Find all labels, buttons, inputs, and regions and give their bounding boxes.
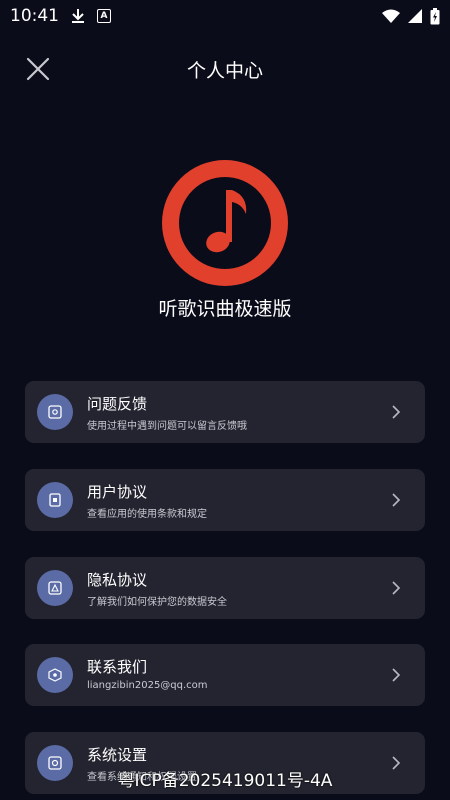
chevron-right-icon bbox=[392, 493, 401, 507]
menu-item-user-agreement[interactable]: 用户协议 查看应用的使用条款和规定 bbox=[25, 469, 425, 531]
menu-item-title: 系统设置 bbox=[87, 746, 148, 764]
status-bar: 10:41 A bbox=[0, 0, 450, 32]
menu-item-subtitle: 使用过程中遇到问题可以留言反馈哦 bbox=[87, 421, 247, 432]
document-icon bbox=[37, 482, 73, 518]
chevron-right-icon bbox=[392, 405, 401, 419]
menu-item-title: 隐私协议 bbox=[87, 571, 148, 589]
menu-item-subtitle: 了解我们如何保护您的数据安全 bbox=[87, 597, 227, 608]
menu-item-title: 联系我们 bbox=[87, 658, 148, 676]
battery-icon bbox=[430, 7, 440, 24]
page-title: 个人中心 bbox=[186, 60, 263, 82]
signal-icon bbox=[408, 9, 422, 23]
header: 个人中心 bbox=[0, 48, 450, 88]
menu-item-subtitle: 查看应用的使用条款和规定 bbox=[87, 509, 207, 520]
wifi-icon bbox=[382, 9, 400, 23]
menu-item-privacy[interactable]: 隐私协议 了解我们如何保护您的数据安全 bbox=[25, 557, 425, 619]
menu-item-feedback[interactable]: 问题反馈 使用过程中遇到问题可以留言反馈哦 bbox=[25, 381, 425, 443]
contact-icon bbox=[37, 657, 73, 693]
menu-item-subtitle: liangzibin2025@qq.com bbox=[87, 680, 208, 691]
menu-item-title: 用户协议 bbox=[87, 483, 148, 501]
music-note-logo-icon bbox=[162, 160, 288, 286]
menu-item-contact[interactable]: 联系我们 liangzibin2025@qq.com bbox=[25, 644, 425, 706]
privacy-icon bbox=[37, 570, 73, 606]
app-name: 听歌识曲极速版 bbox=[158, 298, 292, 320]
icp-license-text: 粤ICP备2025419011号-4A bbox=[117, 771, 333, 791]
status-left: 10:41 A bbox=[10, 6, 111, 26]
notification-a-icon: A bbox=[97, 9, 111, 23]
status-time: 10:41 bbox=[10, 6, 59, 26]
feedback-icon bbox=[37, 394, 73, 430]
status-right bbox=[382, 7, 440, 25]
download-icon bbox=[72, 9, 84, 23]
menu-item-title: 问题反馈 bbox=[87, 395, 148, 413]
chevron-right-icon bbox=[392, 581, 401, 595]
chevron-right-icon bbox=[392, 668, 401, 682]
